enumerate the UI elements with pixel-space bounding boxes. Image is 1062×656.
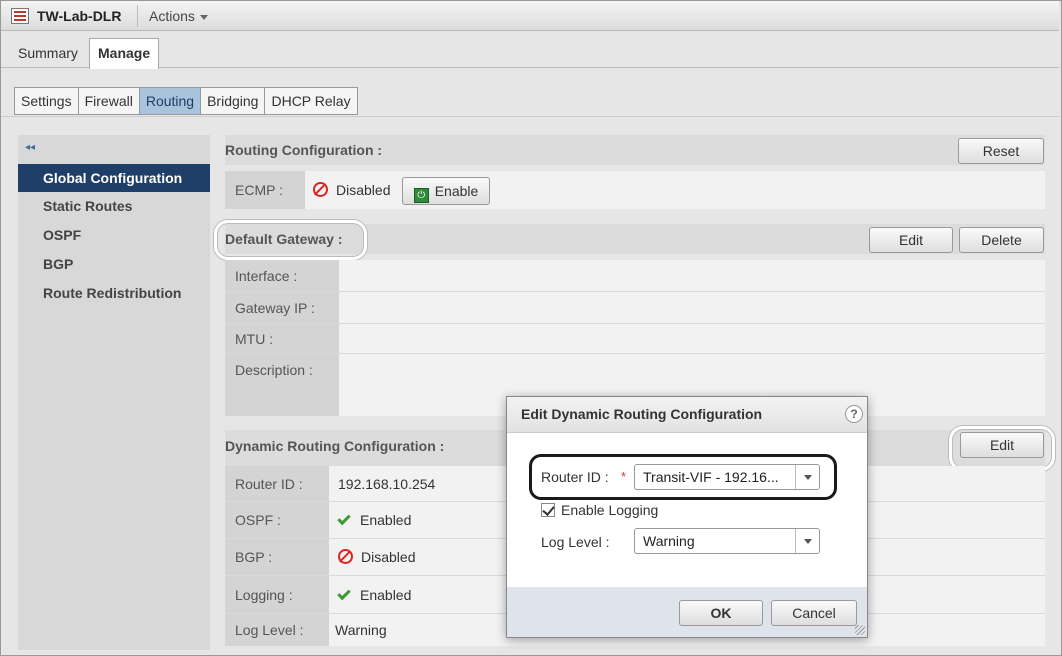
- tab-summary[interactable]: Summary: [9, 38, 87, 68]
- chevron-down-icon: [795, 465, 819, 489]
- logging-status: Enabled: [337, 576, 412, 613]
- sidebar-item-static-routes[interactable]: Static Routes: [18, 192, 210, 220]
- gateway-ip-label: Gateway IP :: [225, 292, 339, 323]
- router-id-label: Router ID :: [225, 466, 329, 501]
- router-id-select[interactable]: Transit-VIF - 192.16...: [634, 464, 820, 490]
- sidebar-item-ospf[interactable]: OSPF: [18, 221, 210, 249]
- logging-label: Logging :: [225, 576, 329, 613]
- enable-logging-checkbox[interactable]: [541, 503, 555, 517]
- enable-ecmp-button[interactable]: ⏻ Enable: [402, 177, 490, 205]
- sidebar-item-bgp[interactable]: BGP: [18, 250, 210, 278]
- description-label: Description :: [225, 354, 339, 416]
- log-level-select[interactable]: Warning: [634, 528, 820, 554]
- resize-grip-icon[interactable]: [855, 625, 865, 635]
- ecmp-status-text: Disabled: [336, 182, 391, 198]
- routing-configuration-body: ECMP : Disabled ⏻ Enable: [225, 171, 1045, 209]
- gateway-row-interface: Interface :: [225, 260, 1045, 292]
- main-tabs: Summary Manage: [1, 32, 1059, 69]
- ospf-status: Enabled: [337, 502, 412, 538]
- top-bar: TW-Lab-DLR Actions: [1, 1, 1059, 31]
- highlight-edit-button: [949, 426, 1055, 471]
- ecmp-status: Disabled: [313, 171, 390, 209]
- routing-configuration-header: Routing Configuration : Reset: [225, 135, 1045, 165]
- check-icon: [337, 511, 351, 526]
- dynamic-routing-title: Dynamic Routing Configuration :: [225, 438, 445, 454]
- dialog-footer: OK Cancel: [507, 587, 867, 637]
- dialog-header: Edit Dynamic Routing Configuration ?: [507, 397, 867, 433]
- divider: [137, 5, 138, 27]
- enable-label: Enable: [434, 183, 479, 199]
- disabled-icon: [313, 182, 328, 197]
- ospf-label: OSPF :: [225, 502, 329, 538]
- tab-dhcp-relay[interactable]: DHCP Relay: [265, 88, 356, 114]
- dialog-title: Edit Dynamic Routing Configuration: [521, 406, 763, 422]
- log-level-label: Log Level :: [225, 614, 329, 646]
- default-gateway-body: Interface : Gateway IP : MTU : Descripti…: [225, 260, 1045, 416]
- tab-settings[interactable]: Settings: [15, 88, 79, 114]
- sidebar-item-route-redistribution[interactable]: Route Redistribution: [18, 279, 210, 307]
- tab-firewall[interactable]: Firewall: [79, 88, 140, 114]
- ecmp-row: ECMP : Disabled ⏻ Enable: [225, 171, 1045, 209]
- ospf-status-text: Enabled: [360, 512, 412, 528]
- bgp-status: Disabled: [338, 539, 415, 575]
- routing-configuration-title: Routing Configuration :: [225, 142, 383, 158]
- tab-manage[interactable]: Manage: [89, 38, 160, 69]
- collapse-icon[interactable]: ◂◂: [25, 142, 35, 153]
- ecmp-label: ECMP :: [225, 171, 305, 209]
- bgp-label: BGP :: [225, 539, 329, 575]
- log-level-value: Warning: [335, 622, 387, 638]
- sidebar: ◂◂ Global Configuration Static Routes OS…: [18, 135, 210, 650]
- dialog-log-level-label: Log Level :: [541, 534, 610, 550]
- log-level-select-value: Warning: [643, 533, 695, 549]
- actions-label: Actions: [149, 8, 195, 24]
- gateway-row-mtu: MTU :: [225, 324, 1045, 354]
- disabled-icon: [338, 549, 353, 564]
- logging-status-text: Enabled: [360, 587, 412, 603]
- mtu-label: MTU :: [225, 324, 339, 353]
- edit-dynamic-routing-dialog: Edit Dynamic Routing Configuration ? Rou…: [506, 396, 868, 638]
- actions-menu[interactable]: Actions: [149, 8, 208, 24]
- ok-button[interactable]: OK: [679, 600, 763, 626]
- enable-logging-label: Enable Logging: [561, 502, 659, 518]
- power-icon: ⏻: [413, 188, 429, 203]
- app-title: TW-Lab-DLR: [37, 8, 122, 24]
- sidebar-item-global-configuration[interactable]: Global Configuration: [18, 164, 210, 192]
- interface-label: Interface :: [225, 260, 339, 291]
- sub-tabs: Settings Firewall Routing Bridging DHCP …: [14, 87, 358, 115]
- gateway-row-gateway-ip: Gateway IP :: [225, 292, 1045, 324]
- help-icon[interactable]: ?: [845, 405, 863, 423]
- tab-bridging[interactable]: Bridging: [201, 88, 266, 114]
- router-id-select-value: Transit-VIF - 192.16...: [643, 469, 779, 485]
- edit-gateway-button[interactable]: Edit: [869, 227, 953, 253]
- cancel-button[interactable]: Cancel: [771, 600, 857, 626]
- chevron-down-icon: [199, 14, 208, 20]
- delete-gateway-button[interactable]: Delete: [959, 227, 1044, 253]
- check-icon: [337, 586, 351, 601]
- dialog-router-id-label: Router ID :: [541, 469, 609, 485]
- chevron-down-icon: [795, 529, 819, 553]
- required-icon: *: [621, 469, 627, 484]
- reset-button[interactable]: Reset: [958, 138, 1044, 164]
- tab-routing[interactable]: Routing: [139, 88, 202, 114]
- highlight-default-gateway: [214, 220, 367, 260]
- bgp-status-text: Disabled: [361, 549, 416, 565]
- edge-router-icon: [11, 8, 29, 24]
- router-id-value: 192.168.10.254: [338, 476, 436, 492]
